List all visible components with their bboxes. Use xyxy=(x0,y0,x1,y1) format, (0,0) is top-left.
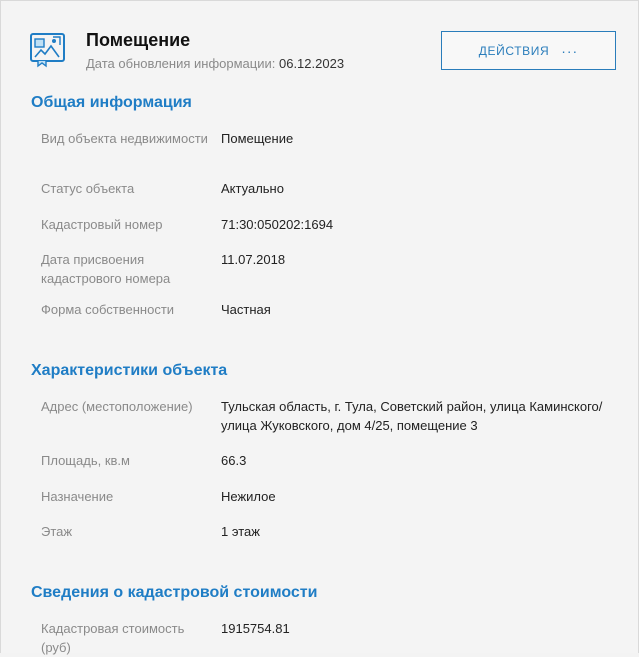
value-object-status: Актуально xyxy=(221,181,284,196)
section-title-characteristics: Характеристики объекта xyxy=(31,362,228,379)
label-address: Адрес (местоположение) xyxy=(41,399,193,414)
value-object-type: Помещение xyxy=(221,131,294,146)
updated-value: 06.12.2023 xyxy=(278,56,345,71)
label-object-type: Вид объекта недвижимости xyxy=(41,131,208,146)
actions-button[interactable]: ДЕЙСТВИЯ ··· xyxy=(441,31,616,70)
value-address: Тульская область, г. Тула, Советский рай… xyxy=(221,399,603,433)
section-title-cadastral-cost: Сведения о кадастровой стоимости xyxy=(31,584,318,601)
value-cadastral-cost: 1915754.81 xyxy=(221,621,290,636)
label-cadastral-cost: Кадастровая стоимость (руб) xyxy=(41,621,185,655)
value-cadastral-number: 71:30:050202:1694 xyxy=(221,217,334,232)
value-area: 66.3 xyxy=(221,453,247,468)
building-document-icon xyxy=(29,31,69,69)
updated-label: Дата обновления информации: xyxy=(86,56,276,71)
page-title: Помещение xyxy=(86,30,191,50)
label-object-status: Статус объекта xyxy=(41,181,135,196)
label-ownership-form: Форма собственности xyxy=(41,302,175,317)
more-dots-icon: ··· xyxy=(561,42,579,59)
value-ownership-form: Частная xyxy=(221,302,271,317)
actions-label: ДЕЙСТВИЯ xyxy=(478,43,550,58)
label-cadastral-number: Кадастровый номер xyxy=(41,217,163,232)
label-purpose: Назначение xyxy=(41,489,114,504)
label-cadastral-date: Дата присвоения кадастрового номера xyxy=(41,252,171,286)
value-purpose: Нежилое xyxy=(221,489,276,504)
label-area: Площадь, кв.м xyxy=(41,453,130,468)
section-title-general: Общая информация xyxy=(31,94,192,111)
value-floor: 1 этаж xyxy=(221,524,260,539)
object-card: Помещение Дата обновления информации: 06… xyxy=(0,0,639,655)
value-cadastral-date: 11.07.2018 xyxy=(221,252,286,267)
updated-info: Дата обновления информации: 06.12.2023 xyxy=(86,54,344,73)
label-floor: Этаж xyxy=(41,524,73,539)
